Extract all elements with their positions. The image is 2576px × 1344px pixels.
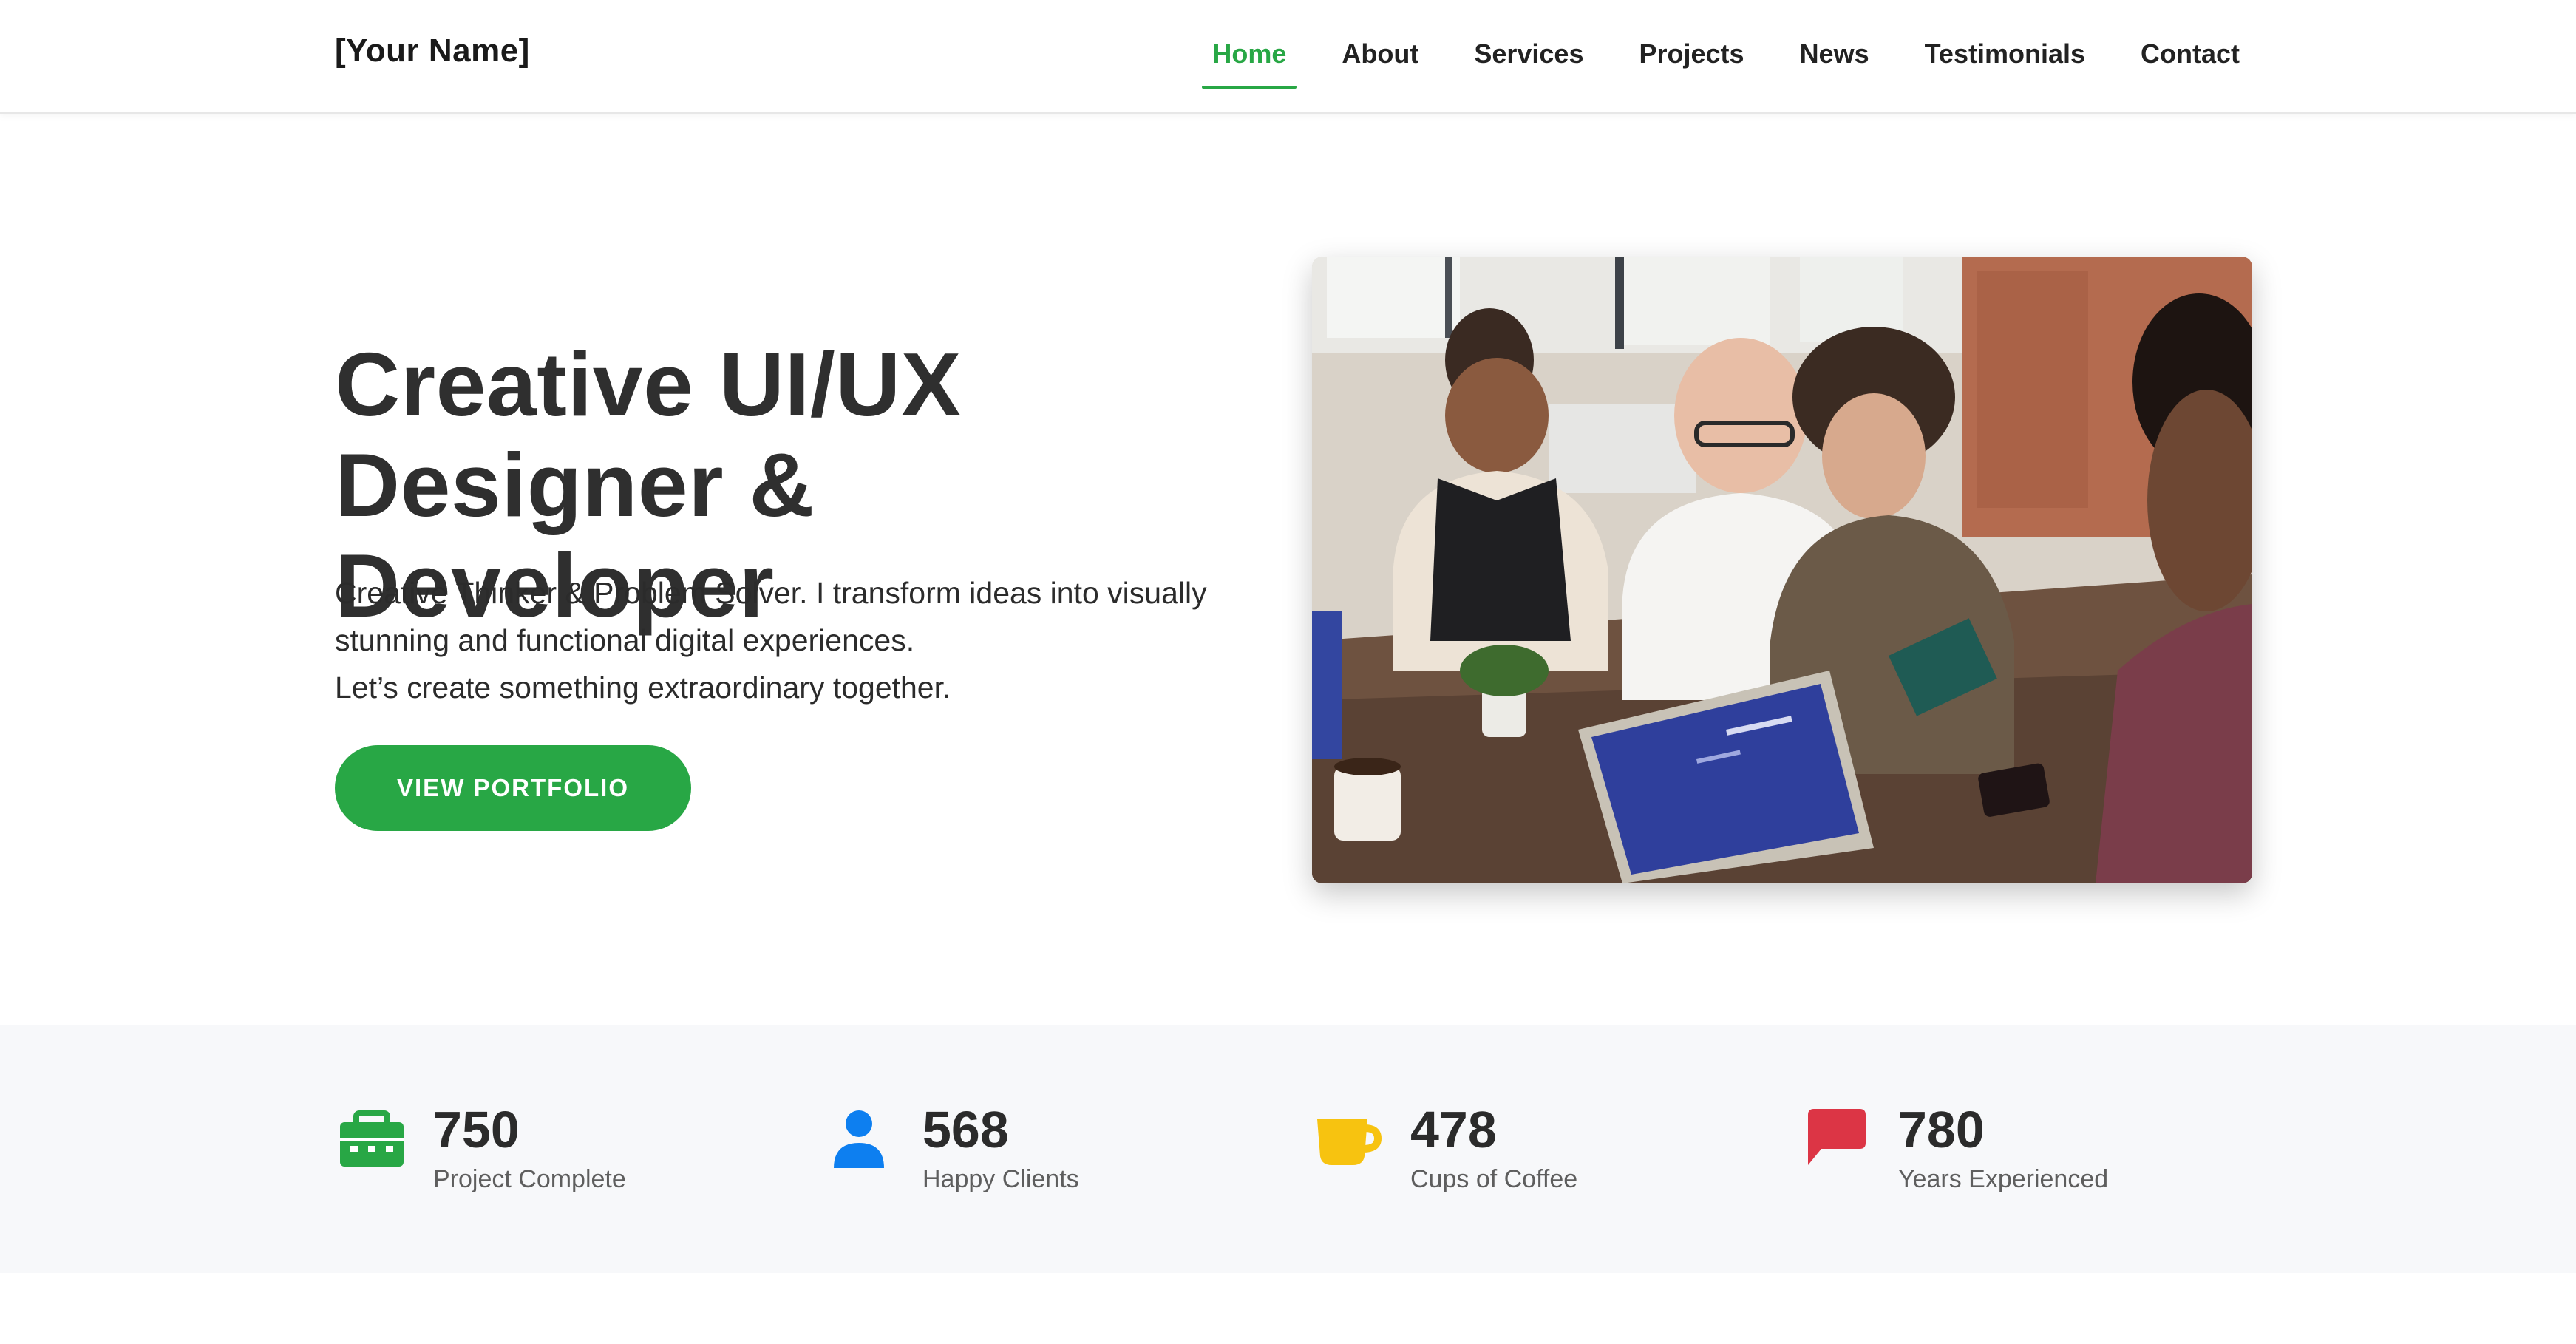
stat-value: 568: [922, 1101, 1009, 1158]
nav-item-news[interactable]: News: [1800, 0, 1869, 114]
nav-item-projects[interactable]: Projects: [1639, 0, 1744, 114]
stat-value: 750: [433, 1101, 520, 1158]
hero-text-line-2: stunning and functional digital experien…: [335, 623, 915, 657]
stat-value: 478: [1410, 1101, 1497, 1158]
hero-title-line-1: Creative UI/UX: [335, 334, 962, 435]
stats-section: 750 Project Complete 568 Happy Clients 4…: [0, 1025, 2576, 1273]
stat-label: Happy Clients: [922, 1165, 1079, 1193]
nav-menu: Home About Services Projects News Testim…: [1157, 0, 2240, 114]
user-icon: [828, 1104, 894, 1171]
coffee-cup-icon: [1316, 1104, 1382, 1171]
brand-logo[interactable]: [Your Name]: [335, 33, 530, 69]
nav-item-services[interactable]: Services: [1474, 0, 1583, 114]
navbar: [Your Name] Home About Services Projects…: [0, 0, 2576, 114]
nav-item-home[interactable]: Home: [1202, 0, 1297, 114]
team-meeting-photo: [1312, 257, 2252, 883]
nav-item-about[interactable]: About: [1342, 0, 1418, 114]
hero-image: [1312, 257, 2252, 883]
hero-text-line-1: Creative Thinker & Problem Solver. I tra…: [335, 576, 1207, 610]
stat-value: 780: [1898, 1101, 1985, 1158]
nav-item-contact[interactable]: Contact: [2141, 0, 2240, 114]
chat-bubble-icon: [1804, 1104, 1870, 1171]
view-portfolio-button[interactable]: VIEW PORTFOLIO: [335, 745, 691, 831]
stat-label: Years Experienced: [1898, 1165, 2109, 1193]
hero-description: Creative Thinker & Problem Solver. I tra…: [335, 569, 1237, 711]
stat-label: Cups of Coffee: [1410, 1165, 1578, 1193]
briefcase-icon: [339, 1104, 405, 1171]
hero-text-line-3: Let’s create something extraordinary tog…: [335, 671, 951, 705]
nav-item-testimonials[interactable]: Testimonials: [1925, 0, 2085, 114]
stat-label: Project Complete: [433, 1165, 626, 1193]
